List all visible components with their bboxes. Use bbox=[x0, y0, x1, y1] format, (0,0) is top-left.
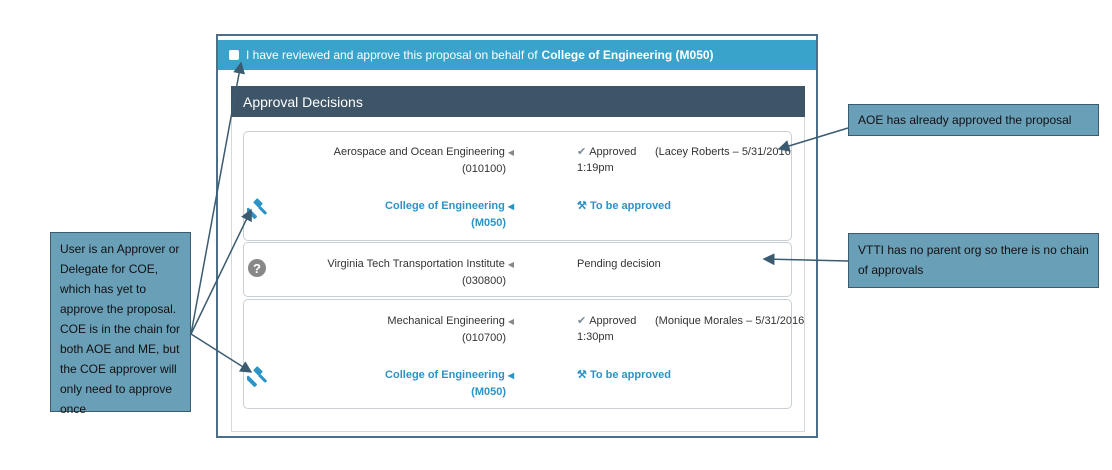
annotation-arrows bbox=[190, 61, 849, 373]
arrow-to-vtti bbox=[762, 253, 849, 266]
arrow-to-checkbox bbox=[190, 61, 245, 335]
arrow-to-aoe bbox=[777, 127, 849, 152]
arrow-to-gavel-me bbox=[190, 333, 253, 373]
arrow-to-gavel-aoe bbox=[190, 208, 252, 335]
